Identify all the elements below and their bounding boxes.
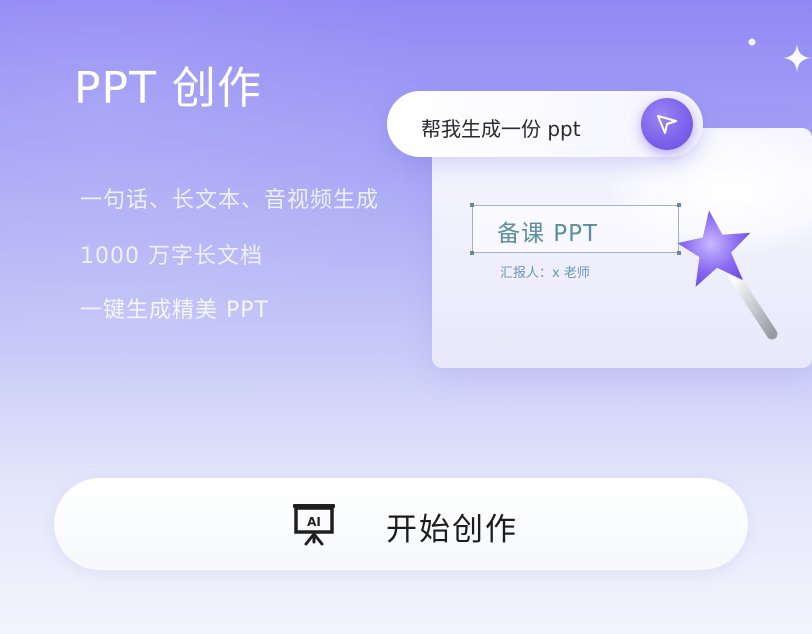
slide-title-box: 备课 PPT	[470, 203, 681, 255]
ppt-creation-card: PPT 创作 一句话、长文本、音视频生成 1000 万字长文档 一键生成精美 P…	[0, 0, 812, 634]
send-icon	[641, 98, 693, 150]
svg-text:AI: AI	[307, 515, 321, 529]
page-title: PPT 创作	[74, 63, 262, 114]
feature-line-3: 一键生成精美 PPT	[80, 298, 269, 323]
slide-subtitle: 汇报人：x 老师	[500, 266, 590, 281]
feature-line-2: 1000 万字长文档	[80, 244, 263, 269]
start-creation-label: 开始创作	[386, 512, 518, 548]
prompt-bubble: 帮我生成一份 ppt	[387, 91, 703, 157]
feature-line-1: 一句话、长文本、音视频生成	[80, 188, 380, 213]
magic-wand-icon	[677, 210, 778, 340]
ai-presentation-icon: AI	[293, 504, 335, 546]
start-creation-button[interactable]: AI 开始创作	[54, 478, 748, 570]
sparkle-icon-large	[783, 44, 811, 72]
prompt-text: 帮我生成一份 ppt	[421, 117, 581, 141]
sparkle-icon-small	[748, 38, 756, 46]
slide-title: 备课 PPT	[497, 221, 599, 247]
